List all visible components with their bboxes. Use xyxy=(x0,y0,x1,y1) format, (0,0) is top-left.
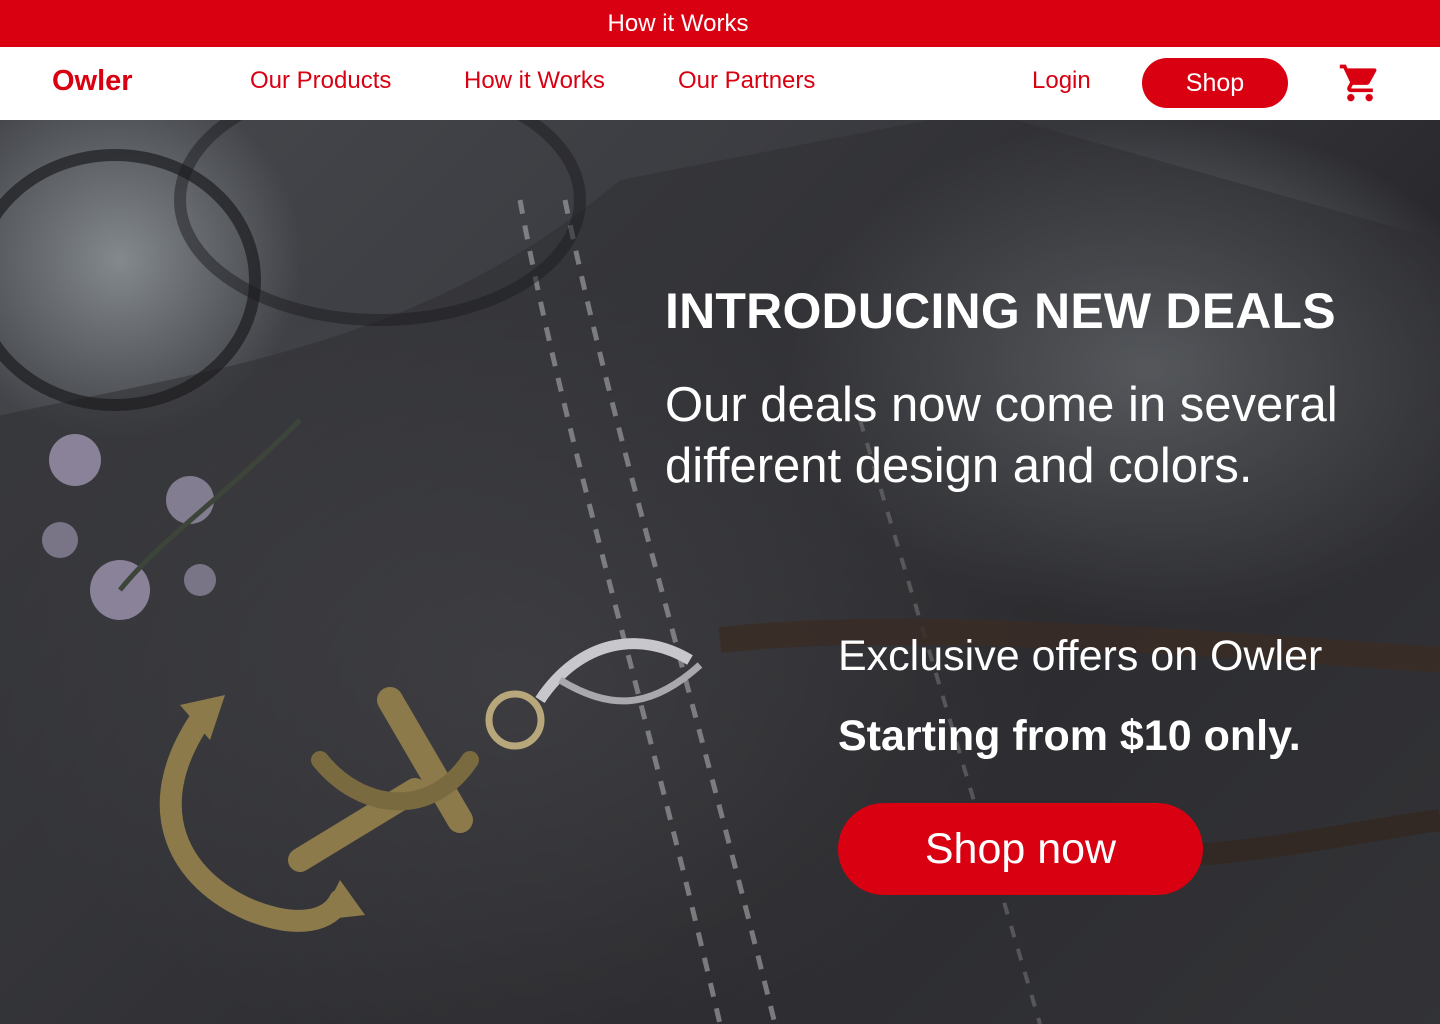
announcement-how-it-works-link[interactable]: How it Works xyxy=(608,10,833,38)
shopping-cart-icon[interactable] xyxy=(1338,61,1382,105)
leather-anchor-keychain-photo xyxy=(0,120,1440,1024)
hero-banner: INTRODUCING NEW DEALS Our deals now come… xyxy=(0,120,1440,1024)
hero-heading: INTRODUCING NEW DEALS xyxy=(665,282,1336,339)
brand-logo[interactable]: Owler xyxy=(52,65,133,98)
login-link[interactable]: Login xyxy=(1032,67,1091,95)
nav-how-it-works[interactable]: How it Works xyxy=(464,67,605,95)
hero-subheading: Our deals now come in several different … xyxy=(665,378,1338,493)
nav-our-products[interactable]: Our Products xyxy=(250,67,391,95)
price-text: Starting from $10 only. xyxy=(838,712,1301,760)
nav-our-partners[interactable]: Our Partners xyxy=(678,67,815,95)
shop-button[interactable]: Shop xyxy=(1142,58,1288,108)
shop-now-button[interactable]: Shop now xyxy=(838,803,1203,895)
main-navbar: Owler Our Products How it Works Our Part… xyxy=(0,47,1440,120)
offer-text: Exclusive offers on Owler xyxy=(838,632,1323,680)
announcement-bar: How it Works xyxy=(0,0,1440,47)
